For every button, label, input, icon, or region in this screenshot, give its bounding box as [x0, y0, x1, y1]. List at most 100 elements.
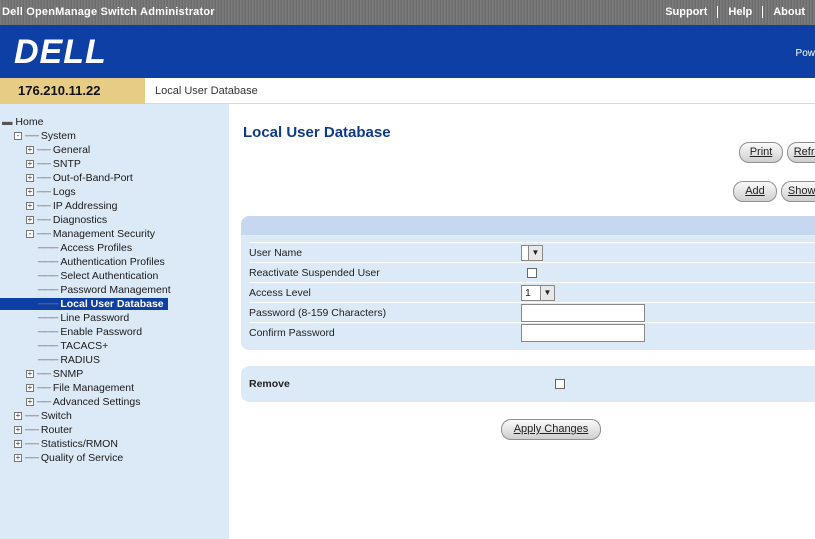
banner-right-text: Pow — [795, 48, 815, 59]
reactivate-row: Reactivate Suspended User — [249, 262, 815, 282]
tree-item[interactable]: ─── Password Management — [0, 284, 171, 296]
expand-icon[interactable]: + — [26, 384, 34, 393]
remove-row: Remove — [249, 374, 815, 394]
tree-connector: ── — [37, 382, 51, 394]
tree-item[interactable]: + ── Router — [0, 424, 72, 436]
top-links: Support Help About — [655, 6, 815, 18]
tree-item-label: Local User Database — [60, 298, 164, 310]
tree-item-label: Quality of Service — [40, 452, 124, 464]
help-link[interactable]: Help — [717, 6, 762, 18]
device-ip: 176.210.11.22 — [0, 78, 145, 104]
expand-icon[interactable]: + — [26, 146, 34, 155]
expand-icon[interactable]: + — [26, 216, 34, 225]
tree-item[interactable]: + ── Out-of-Band-Port — [0, 172, 133, 184]
tree-item[interactable]: ─── Line Password — [0, 312, 129, 324]
confirm-password-row: Confirm Password — [249, 322, 815, 342]
tree-connector: ── — [37, 214, 51, 226]
tree-item[interactable]: + ── Statistics/RMON — [0, 438, 118, 450]
page-title: Local User Database — [243, 124, 391, 141]
breadcrumb: Local User Database — [155, 85, 258, 97]
tree-item[interactable]: ─── Local User Database — [0, 298, 168, 310]
tree-item[interactable]: + ── Diagnostics — [0, 214, 107, 226]
user-form-panel: User Name ▼ Reactivate Suspended User Ac… — [241, 216, 815, 350]
expand-icon[interactable]: + — [14, 454, 22, 463]
user-name-select[interactable]: ▼ — [521, 245, 543, 261]
password-field[interactable] — [521, 304, 645, 322]
tree-item-label: Access Profiles — [60, 242, 133, 254]
tree-item[interactable]: + ── SNMP — [0, 368, 83, 380]
tree-item[interactable]: ─── TACACS+ — [0, 340, 108, 352]
tree-connector: ── — [37, 368, 51, 380]
tree-item-label: Router — [40, 424, 73, 436]
tree-connector: ── — [25, 424, 39, 436]
tree-item-label: RADIUS — [60, 354, 101, 366]
expand-icon[interactable]: + — [26, 160, 34, 169]
tree-connector: ─── — [38, 354, 58, 366]
tree-item-label: Out-of-Band-Port — [52, 172, 133, 184]
tree-item[interactable]: - ── System — [0, 130, 76, 142]
expand-icon[interactable]: + — [14, 412, 22, 421]
tree-item[interactable]: ─── Enable Password — [0, 326, 142, 338]
tree-item[interactable]: + ── SNTP — [0, 158, 81, 170]
app-title: Dell OpenManage Switch Administrator — [2, 6, 215, 18]
expand-icon[interactable]: + — [14, 426, 22, 435]
support-link[interactable]: Support — [655, 6, 717, 18]
tree-connector: ── — [25, 452, 39, 464]
tree-item[interactable]: + ── File Management — [0, 382, 134, 394]
tree-item[interactable]: + ── General — [0, 144, 90, 156]
chevron-down-icon: ▼ — [528, 246, 542, 260]
remove-checkbox[interactable] — [555, 379, 565, 389]
tree-item[interactable]: ─── RADIUS — [0, 354, 100, 366]
tree-item[interactable]: ▬ Home — [0, 116, 43, 128]
tree-item[interactable]: ─── Access Profiles — [0, 242, 132, 254]
add-button[interactable]: Add — [733, 181, 777, 202]
print-button[interactable]: Print — [739, 142, 783, 163]
tree-connector: ── — [37, 228, 51, 240]
dell-logo: DELL — [14, 33, 107, 71]
refresh-button[interactable]: Refresh — [787, 142, 815, 163]
confirm-password-label: Confirm Password — [249, 327, 335, 339]
tree-item-label: System — [40, 130, 76, 142]
tree-item-label: Password Management — [60, 284, 171, 296]
tree-connector: ─── — [38, 270, 58, 282]
tree-item[interactable]: + ── Quality of Service — [0, 452, 123, 464]
tree-item[interactable]: + ── IP Addressing — [0, 200, 118, 212]
show-all-button[interactable]: Show All — [781, 181, 815, 202]
tree-connector: ── — [37, 396, 51, 408]
tree-item[interactable]: ─── Authentication Profiles — [0, 256, 165, 268]
tree-item-label: Enable Password — [60, 326, 143, 338]
password-row: Password (8-159 Characters) — [249, 302, 815, 322]
expand-icon[interactable]: + — [26, 202, 34, 211]
tree-connector: ── — [25, 130, 39, 142]
collapse-icon[interactable]: - — [14, 132, 22, 141]
tree-item[interactable]: + ── Switch — [0, 410, 72, 422]
password-label: Password (8-159 Characters) — [249, 307, 387, 319]
confirm-password-field[interactable] — [521, 324, 645, 342]
expand-icon[interactable]: + — [26, 370, 34, 379]
navigation-tree: ▬ Home - ── System + ── General + ── SNTP + ── Out-o… — [0, 104, 229, 539]
tree-connector: ── — [25, 438, 39, 450]
access-level-label: Access Level — [249, 287, 311, 299]
expand-icon[interactable]: + — [26, 188, 34, 197]
tree-item[interactable]: + ── Advanced Settings — [0, 396, 140, 408]
expand-icon[interactable]: + — [26, 174, 34, 183]
tree-connector: ─── — [38, 284, 58, 296]
expand-icon[interactable]: + — [14, 440, 22, 449]
apply-changes-button[interactable]: Apply Changes — [501, 419, 601, 440]
about-link[interactable]: About — [762, 6, 815, 18]
tree-connector: ── — [37, 158, 51, 170]
remove-panel: Remove — [241, 366, 815, 402]
tree-connector: ─── — [38, 326, 58, 338]
tree-connector: ─── — [38, 340, 58, 352]
tree-item[interactable]: + ── Logs — [0, 186, 76, 198]
tree-item-label: Select Authentication — [60, 270, 159, 282]
tree-item[interactable]: ─── Select Authentication — [0, 270, 158, 282]
reactivate-checkbox[interactable] — [527, 268, 537, 278]
expand-icon[interactable]: + — [26, 398, 34, 407]
panel-header — [241, 216, 815, 235]
remove-label: Remove — [249, 378, 290, 390]
tree-item[interactable]: - ── Management Security — [0, 228, 155, 240]
tree-connector: ─── — [38, 242, 58, 254]
collapse-icon[interactable]: - — [26, 230, 34, 239]
access-level-select[interactable]: 1 ▼ — [521, 285, 555, 301]
